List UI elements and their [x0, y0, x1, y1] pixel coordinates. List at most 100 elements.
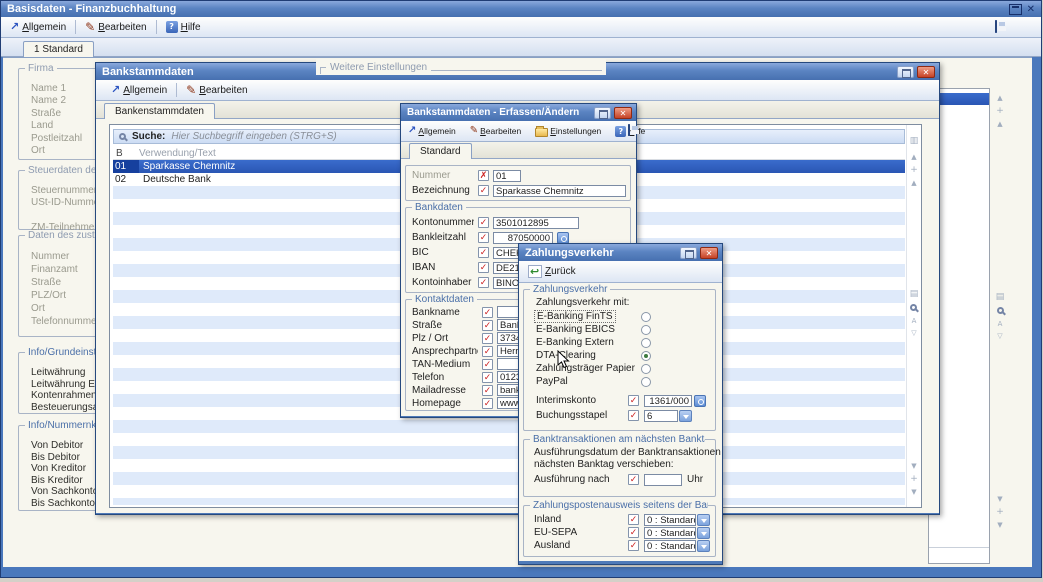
search-icon[interactable]: [997, 306, 1004, 317]
radio-dta-clearing[interactable]: [641, 351, 651, 361]
column-chooser-icon[interactable]: ▥: [908, 137, 920, 145]
checkbox-check-icon[interactable]: ✓: [482, 398, 493, 409]
save-button[interactable]: [995, 21, 997, 32]
menu-bearbeiten[interactable]: ✎ Bearbeiten: [82, 21, 149, 34]
restore-icon[interactable]: [897, 66, 914, 78]
close-icon[interactable]: ✕: [1025, 4, 1037, 15]
scroll-down-icon[interactable]: ▼: [908, 462, 920, 470]
interimskonto-field[interactable]: 1361/000: [644, 395, 692, 407]
close-icon[interactable]: ✕: [614, 107, 632, 119]
iban-label: IBAN: [412, 262, 474, 273]
checkbox-check-icon[interactable]: ✓: [478, 217, 489, 228]
bank-edit-title: Bankstammdaten - Erfassen/Ändern: [407, 107, 579, 118]
search-icon[interactable]: [910, 303, 917, 314]
checkbox-check-icon[interactable]: ✓: [482, 359, 493, 370]
restore-icon[interactable]: [594, 107, 611, 119]
ausfuehrung-field[interactable]: [644, 474, 682, 486]
sort-icon[interactable]: A: [908, 317, 920, 325]
close-icon[interactable]: ✕: [700, 247, 718, 259]
radio-zahlungstraeger-papier[interactable]: [641, 364, 651, 374]
lookup-icon[interactable]: [557, 232, 569, 244]
checkbox-check-icon[interactable]: ✓: [478, 277, 489, 288]
bank-list-title: Bankstammdaten: [102, 66, 194, 78]
lookup-icon[interactable]: [694, 395, 706, 407]
nummer-field[interactable]: 01: [493, 170, 521, 182]
radio-paypal[interactable]: [641, 377, 651, 387]
menu-bearbeiten[interactable]: ✎ Bearbeiten: [183, 84, 250, 97]
scroll-down-icon[interactable]: ▼: [994, 495, 1006, 503]
checkbox-check-icon[interactable]: ✓: [628, 540, 639, 551]
scroll-top-icon[interactable]: ▲: [908, 153, 920, 161]
search-input[interactable]: Hier Suchbegriff eingeben (STRG+S): [171, 131, 336, 142]
tab-standard[interactable]: Standard: [409, 143, 472, 159]
checkbox-check-icon[interactable]: ✓: [628, 395, 639, 406]
menu-hilfe[interactable]: ? Hilfe: [163, 20, 204, 34]
scroll-top-icon[interactable]: ▲: [994, 94, 1006, 102]
allgemein-arrow-icon: ↗: [111, 85, 120, 95]
scroll-down2-icon[interactable]: +: [994, 508, 1006, 516]
close-icon[interactable]: ✕: [917, 66, 935, 78]
group-zahlungsverkehr: Zahlungsverkehr Zahlungsverkehr mit: E-B…: [523, 289, 716, 431]
scroll-bottom-icon[interactable]: ▼: [994, 521, 1006, 529]
bankleitzahl-field[interactable]: 87050000: [493, 232, 553, 244]
scroll-up2-icon[interactable]: ▲: [994, 120, 1006, 128]
grid-icon[interactable]: ▤: [908, 290, 920, 298]
radio-e-banking-extern[interactable]: [641, 338, 651, 348]
restore-icon[interactable]: [680, 247, 697, 259]
radio-e-banking-ebics[interactable]: [641, 325, 651, 335]
checkbox-check-icon[interactable]: ✓: [478, 247, 489, 258]
inland-select[interactable]: 0 : Standard: [644, 514, 696, 526]
grid-icon[interactable]: ▤: [994, 293, 1006, 301]
checkbox-check-icon[interactable]: ✓: [628, 474, 639, 485]
column-header-text[interactable]: Verwendung/Text: [139, 148, 216, 159]
checkbox-check-icon[interactable]: ✓: [482, 307, 493, 318]
radio-e-banking-fints[interactable]: [641, 312, 651, 322]
scroll-bottom-icon[interactable]: ▼: [908, 488, 920, 496]
checkbox-check-icon[interactable]: ✓: [482, 333, 493, 344]
bank-edit-titlebar[interactable]: Bankstammdaten - Erfassen/Ändern ✕: [401, 104, 636, 121]
menu-allgemein[interactable]: ↗ Allgemein: [405, 125, 459, 137]
menu-einstellungen[interactable]: Einstellungen: [532, 125, 604, 138]
dropdown-arrow-icon[interactable]: [697, 540, 710, 552]
option-label: E-Banking EBICS: [536, 324, 615, 335]
filter-icon[interactable]: ▽: [994, 332, 1006, 340]
ausland-select[interactable]: 0 : Standard: [644, 540, 696, 552]
checkbox-check-icon[interactable]: ✓: [482, 385, 493, 396]
tab-1-standard[interactable]: 1 Standard: [23, 41, 94, 57]
checkbox-check-icon[interactable]: ✓: [628, 410, 639, 421]
column-header-b[interactable]: B: [113, 148, 139, 159]
checkbox-check-icon[interactable]: ✓: [628, 527, 639, 538]
checkbox-check-icon[interactable]: ✓: [478, 185, 489, 196]
payment-titlebar[interactable]: Zahlungsverkehr ✕: [519, 244, 722, 261]
save-button[interactable]: [628, 125, 630, 135]
checkbox-check-icon[interactable]: ✓: [478, 232, 489, 243]
menu-bearbeiten[interactable]: ✎ Bearbeiten: [467, 125, 525, 137]
checkbox-check-icon[interactable]: ✓: [482, 346, 493, 357]
checkbox-check-icon[interactable]: ✓: [628, 514, 639, 525]
scroll-up-icon[interactable]: +: [908, 166, 920, 174]
menu-allgemein[interactable]: ↗ Allgemein: [108, 84, 170, 97]
mouse-cursor: [557, 350, 570, 369]
checkbox-check-icon[interactable]: ✓: [478, 262, 489, 273]
eu-sepa-select[interactable]: 0 : Standard: [644, 527, 696, 539]
buchungsstapel-field[interactable]: 6: [644, 410, 678, 422]
scroll-up-icon[interactable]: +: [994, 107, 1006, 115]
scroll-up2-icon[interactable]: ▲: [908, 179, 920, 187]
dropdown-arrow-icon[interactable]: [679, 410, 692, 422]
kontonummer-field[interactable]: 3501012895: [493, 217, 579, 229]
dropdown-arrow-icon[interactable]: [697, 514, 710, 526]
checkbox-cross-icon[interactable]: ✗: [478, 170, 489, 181]
bezeichnung-field[interactable]: Sparkasse Chemnitz: [493, 185, 626, 197]
checkbox-check-icon[interactable]: ✓: [482, 372, 493, 383]
sort-icon[interactable]: A: [994, 320, 1006, 328]
restore-icon[interactable]: [1009, 4, 1022, 15]
back-button[interactable]: ↩ Zurück: [525, 264, 579, 279]
menu-allgemein[interactable]: ↗ Allgemein: [7, 21, 69, 34]
scroll-down2-icon[interactable]: +: [908, 475, 920, 483]
dropdown-arrow-icon[interactable]: [697, 527, 710, 539]
checkbox-check-icon[interactable]: ✓: [482, 320, 493, 331]
tab-bankenstammdaten[interactable]: Bankenstammdaten: [104, 103, 215, 119]
toolbar-separator: [156, 20, 157, 34]
main-titlebar[interactable]: Basisdaten - Finanzbuchhaltung ✕: [1, 1, 1041, 17]
filter-icon[interactable]: ▽: [908, 329, 920, 337]
